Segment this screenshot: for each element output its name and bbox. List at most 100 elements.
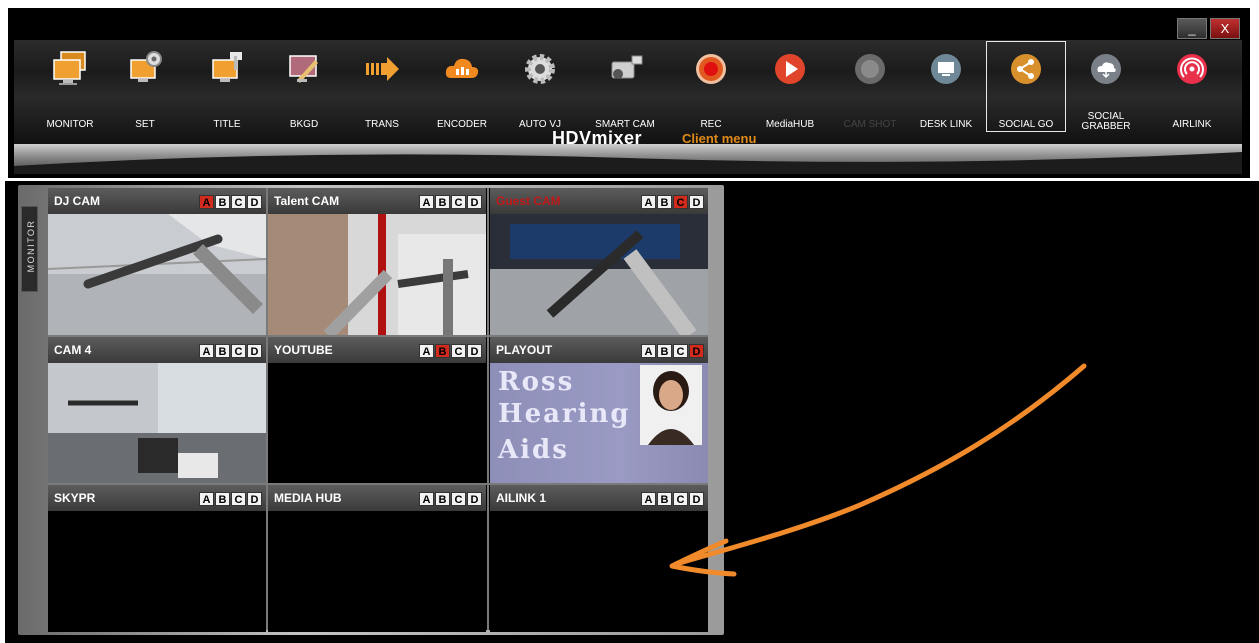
transition-arrow-icon — [366, 57, 399, 81]
background-icon — [289, 55, 318, 83]
button-a[interactable]: A — [199, 344, 214, 358]
button-c[interactable]: C — [673, 344, 688, 358]
button-c[interactable]: C — [673, 492, 688, 506]
grid-divider — [48, 335, 708, 337]
button-d[interactable]: D — [247, 195, 262, 209]
abcd-selector: A B C D — [641, 195, 704, 209]
camcorder-icon — [611, 55, 643, 79]
button-d[interactable]: D — [247, 344, 262, 358]
button-b[interactable]: B — [435, 195, 450, 209]
button-a[interactable]: A — [419, 492, 434, 506]
cell-header: DJ CAM A B C D — [48, 188, 266, 214]
minimize-button[interactable]: _ — [1177, 18, 1207, 39]
cell-name: PLAYOUT — [496, 343, 553, 357]
monitor-cell-youtube[interactable]: YOUTUBE A B C D — [268, 337, 486, 484]
close-button[interactable]: X — [1210, 18, 1240, 39]
cell-name: AILINK 1 — [496, 491, 547, 505]
camera-feed — [268, 214, 486, 335]
monitor-cell-playout[interactable]: PLAYOUT A B C D Ross Hearing Aids — [490, 337, 708, 484]
toolbar-encoder[interactable]: ENCODER — [424, 40, 500, 138]
button-b[interactable]: B — [215, 492, 230, 506]
cell-name: YOUTUBE — [274, 343, 333, 357]
toolbar-label: AIRLINK — [1172, 119, 1212, 130]
button-a[interactable]: A — [199, 492, 214, 506]
button-b[interactable]: B — [657, 492, 672, 506]
abcd-selector: A B C D — [419, 344, 482, 358]
monitor-cell-media-hub[interactable]: MEDIA HUB A B C D — [268, 485, 486, 632]
button-b[interactable]: B — [657, 344, 672, 358]
abcd-selector: A B C D — [199, 195, 262, 209]
brand-logo: HDVmixer — [552, 128, 643, 148]
button-d[interactable]: D — [467, 195, 482, 209]
button-b[interactable]: B — [435, 344, 450, 358]
button-c[interactable]: C — [451, 195, 466, 209]
toolbar-trans[interactable]: TRANS — [344, 40, 420, 138]
button-a[interactable]: A — [419, 344, 434, 358]
cell-name: Talent CAM — [274, 194, 340, 208]
toolbar-social-grabber[interactable]: SOCIAL GRABBER — [1068, 40, 1144, 138]
toolbar-label: CAM SHOT — [843, 119, 897, 130]
share-icon — [1011, 54, 1041, 84]
button-d[interactable]: D — [689, 195, 704, 209]
toolbar-airlink[interactable]: AIRLINK — [1154, 40, 1230, 138]
abcd-selector: A B C D — [641, 344, 704, 358]
monitor-cell-skypr[interactable]: SKYPR A B C D — [48, 485, 266, 632]
toolbar-social-go[interactable]: SOCIAL GO — [986, 40, 1066, 138]
button-b[interactable]: B — [215, 195, 230, 209]
monitor-cell-ailink-1[interactable]: AILINK 1 A B C D — [490, 485, 708, 632]
button-a[interactable]: A — [641, 195, 656, 209]
button-c[interactable]: C — [451, 492, 466, 506]
button-d[interactable]: D — [247, 492, 262, 506]
client-menu-label: Client menu — [682, 131, 757, 146]
button-c[interactable]: C — [673, 195, 688, 209]
toolbar-rec[interactable]: REC — [673, 40, 749, 138]
toolbar-mediahub[interactable]: MediaHUB — [752, 40, 828, 138]
toolbar-cam-shot[interactable]: CAM SHOT — [832, 40, 908, 138]
cell-header: YOUTUBE A B C D — [268, 337, 486, 363]
grid-divider — [266, 188, 268, 630]
button-a[interactable]: A — [641, 344, 656, 358]
button-c[interactable]: C — [451, 344, 466, 358]
toolbar-label: TITLE — [213, 119, 241, 130]
toolbar-label: ENCODER — [436, 119, 487, 130]
toolbar-label: BKGD — [289, 119, 319, 130]
toolbar-label: SET — [135, 119, 155, 130]
button-b[interactable]: B — [215, 344, 230, 358]
toolbar-label: SOCIAL GRABBER — [1081, 111, 1131, 132]
toolbar-auto-vj[interactable]: AUTO VJ — [502, 40, 578, 138]
cell-header: CAM 4 A B C D — [48, 337, 266, 363]
button-d[interactable]: D — [467, 344, 482, 358]
button-a[interactable]: A — [641, 492, 656, 506]
button-a[interactable]: A — [419, 195, 434, 209]
toolbar-desk-link[interactable]: DESK LINK — [908, 40, 984, 138]
toolbar-label: REC — [700, 119, 722, 130]
button-c[interactable]: C — [231, 195, 246, 209]
monitor-cell-dj-cam[interactable]: DJ CAM A B C D — [48, 188, 266, 335]
button-b[interactable]: B — [657, 195, 672, 209]
button-a[interactable]: A — [199, 195, 214, 209]
camera-feed — [490, 214, 708, 335]
button-d[interactable]: D — [689, 492, 704, 506]
monitor-cell-cam-4[interactable]: CAM 4 A B C D — [48, 337, 266, 484]
camshot-icon — [855, 54, 885, 84]
set-gear-monitor-icon — [130, 51, 162, 82]
gear-icon — [525, 54, 555, 84]
toolbar-smart-cam[interactable]: SMART CAM — [587, 40, 663, 138]
button-b[interactable]: B — [435, 492, 450, 506]
toolbar-bkgd[interactable]: BKGD — [266, 40, 342, 138]
toolbar-monitor[interactable]: MONITOR — [32, 40, 108, 138]
toolbar-title[interactable]: TITLE — [189, 40, 265, 138]
toolbar-set[interactable]: SET — [107, 40, 183, 138]
grid-divider — [48, 483, 708, 485]
button-d[interactable]: D — [467, 492, 482, 506]
monitor-cell-talent-cam[interactable]: Talent CAM A B C D — [268, 188, 486, 335]
cell-name: CAM 4 — [54, 343, 92, 357]
camera-feed — [48, 214, 266, 335]
button-c[interactable]: C — [231, 492, 246, 506]
abcd-selector: A B C D — [641, 492, 704, 506]
monitor-cell-guest-cam[interactable]: Guest CAM A B C D — [490, 188, 708, 335]
airlink-icon — [1177, 54, 1207, 84]
button-c[interactable]: C — [231, 344, 246, 358]
monitor-side-tab[interactable]: MONITOR — [21, 206, 38, 292]
button-d[interactable]: D — [689, 344, 704, 358]
